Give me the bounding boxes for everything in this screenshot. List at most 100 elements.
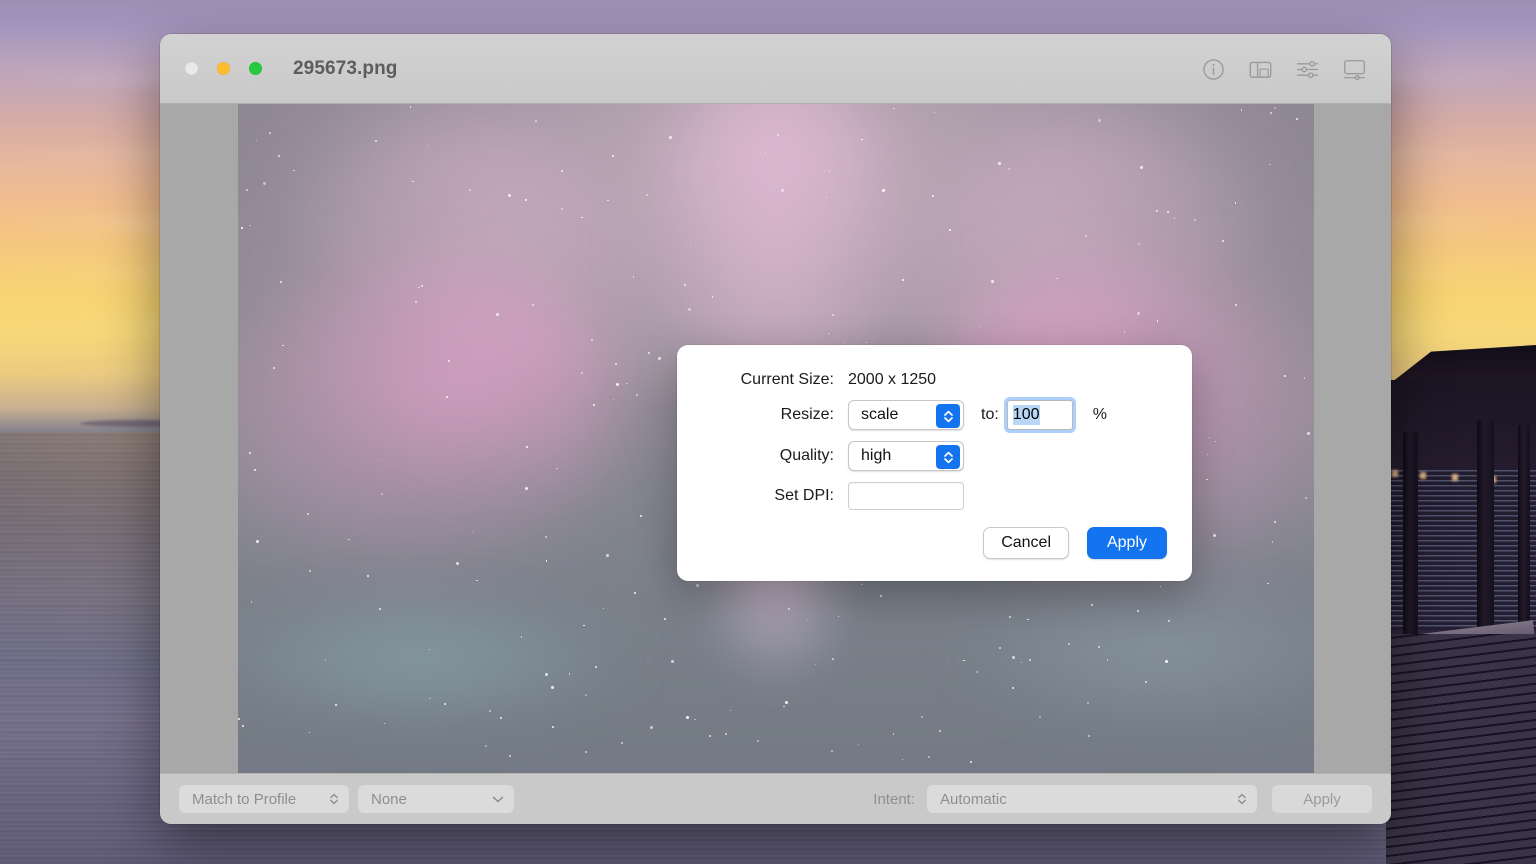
star: [495, 312, 499, 316]
star: [420, 284, 423, 287]
window-title: 295673.png: [293, 57, 398, 79]
star: [725, 732, 728, 735]
star: [927, 755, 930, 758]
star: [1097, 646, 1100, 649]
star: [1167, 211, 1169, 213]
maximize-window-button[interactable]: [249, 62, 262, 75]
minimize-window-button[interactable]: [217, 62, 230, 75]
adjustments-sliders-icon[interactable]: [1294, 56, 1320, 82]
star: [829, 170, 831, 172]
chevron-updown-icon: [936, 404, 960, 428]
star: [249, 224, 251, 226]
star: [788, 607, 791, 610]
star: [256, 540, 260, 544]
star: [828, 332, 830, 335]
dpi-input[interactable]: [848, 482, 964, 510]
match-to-profile-select[interactable]: Match to Profile: [179, 785, 349, 813]
star: [531, 304, 534, 307]
star: [560, 170, 563, 173]
sidebar-layout-icon[interactable]: [1247, 56, 1273, 82]
star: [379, 608, 382, 611]
star: [621, 742, 624, 745]
star: [1011, 655, 1015, 659]
star: [508, 754, 511, 757]
star: [376, 459, 379, 462]
star: [1155, 209, 1158, 212]
percent-label: %: [1092, 406, 1108, 423]
intent-label: Intent:: [873, 790, 915, 808]
star: [325, 659, 327, 661]
star: [269, 131, 272, 134]
star: [1038, 716, 1041, 719]
star: [254, 468, 257, 471]
quality-select[interactable]: high: [848, 441, 964, 471]
display-icon[interactable]: [1341, 56, 1367, 82]
pier-lamp: [1392, 470, 1398, 477]
bottom-apply-button[interactable]: Apply: [1272, 785, 1372, 813]
star: [626, 382, 628, 385]
star: [525, 486, 528, 490]
star: [545, 560, 548, 562]
star: [556, 467, 558, 469]
star: [446, 396, 449, 399]
intent-value: Automatic: [940, 790, 1007, 808]
dialog-buttons: Cancel Apply: [983, 527, 1167, 559]
star: [241, 725, 244, 728]
star: [1240, 109, 1243, 111]
star: [238, 717, 241, 720]
star: [455, 561, 459, 565]
profile-value: None: [371, 790, 407, 808]
star: [1304, 497, 1307, 500]
star: [932, 194, 935, 197]
resize-mode-select[interactable]: scale: [848, 400, 964, 430]
info-icon[interactable]: [1200, 56, 1226, 82]
star: [525, 446, 528, 449]
star: [1272, 541, 1274, 543]
star: [262, 182, 266, 186]
profile-select[interactable]: None: [358, 785, 514, 813]
star: [1296, 117, 1299, 120]
star: [367, 575, 370, 578]
star: [241, 227, 243, 229]
star: [857, 743, 859, 745]
star: [293, 170, 295, 172]
star: [933, 111, 936, 114]
pier-deck: [1386, 634, 1536, 864]
chevron-updown-icon: [1237, 785, 1247, 813]
star: [611, 154, 614, 157]
resize-amount-input[interactable]: 100: [1006, 400, 1073, 430]
star: [471, 530, 474, 533]
star: [1304, 377, 1306, 379]
star: [585, 751, 587, 753]
star: [308, 732, 311, 734]
star: [1234, 202, 1237, 204]
star: [1165, 660, 1169, 664]
star: [837, 615, 840, 618]
star: [832, 657, 835, 660]
star: [807, 620, 809, 622]
star: [1274, 520, 1276, 523]
intent-select[interactable]: Automatic: [927, 785, 1257, 813]
star: [418, 287, 420, 289]
star: [568, 673, 571, 675]
star: [686, 715, 690, 719]
star: [1139, 165, 1143, 169]
close-window-button[interactable]: [185, 62, 198, 75]
star: [381, 493, 384, 496]
star: [1027, 618, 1029, 621]
star: [712, 296, 714, 298]
star: [757, 739, 760, 742]
apply-button[interactable]: Apply: [1087, 527, 1167, 559]
star: [616, 383, 620, 387]
window-titlebar[interactable]: 295673.png: [160, 34, 1391, 104]
star: [764, 151, 767, 154]
cancel-button[interactable]: Cancel: [983, 527, 1069, 559]
star: [689, 245, 692, 248]
star: [901, 758, 904, 761]
star: [428, 648, 431, 651]
star: [1029, 659, 1031, 661]
star: [1056, 277, 1058, 280]
star: [1020, 662, 1023, 664]
star: [583, 624, 585, 626]
star: [865, 341, 867, 344]
